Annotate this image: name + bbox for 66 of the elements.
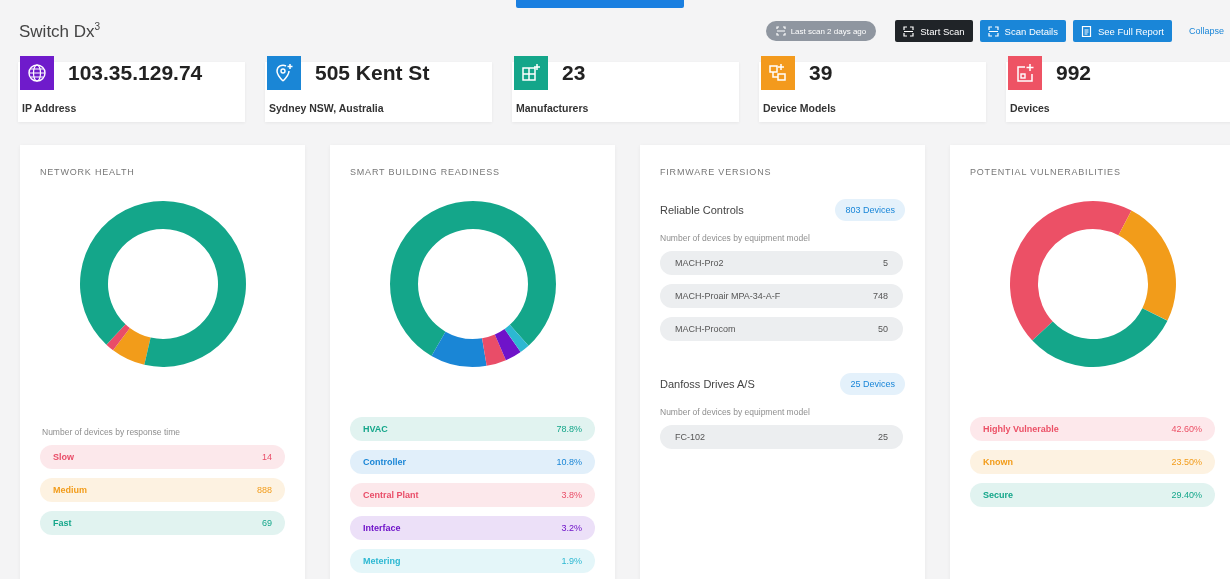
device-count-badge: 25 Devices — [840, 373, 905, 395]
scan-button[interactable]: Start Scan — [895, 20, 973, 42]
model-count: 5 — [883, 258, 888, 268]
stat-value: 505 Kent St — [315, 61, 430, 85]
model-name: MACH-Proair MPA-34-A-F — [675, 291, 781, 301]
legend-value: 78.8% — [556, 424, 582, 434]
card-title: NETWORK HEALTH — [40, 167, 136, 177]
legend-value: 3.8% — [561, 490, 582, 500]
app-title: Switch Dx$^{3}$ — [19, 20, 101, 42]
grid-plus-icon — [521, 63, 541, 83]
device-count-badge: 803 Devices — [835, 199, 905, 221]
card-title: SMART BUILDING READINESS — [350, 167, 501, 177]
stat-value: 23 — [562, 61, 586, 85]
legend-value: 42.60% — [1171, 424, 1202, 434]
legend-value: 69 — [262, 518, 272, 528]
legend-label: Secure — [983, 490, 1014, 500]
card-title: FIRMWARE VERSIONS — [660, 167, 773, 177]
scan-icon — [987, 25, 999, 37]
manufacturer-name: Reliable Controls — [660, 204, 744, 216]
legend-value: 10.8% — [556, 457, 582, 467]
card-title: POTENTIAL VULNERABILITIES — [970, 167, 1122, 177]
model-count: 748 — [872, 291, 888, 301]
stat-value: 103.35.129.74 — [68, 61, 203, 85]
caption-text: Number of devices by response time — [42, 427, 181, 437]
last-scan-pill: Last scan 2 days ago — [765, 21, 877, 41]
legend-label: Fast — [53, 518, 72, 528]
legend-label: Metering — [363, 556, 401, 566]
model-count: 50 — [878, 324, 888, 334]
model-name: MACH-Pro2 — [675, 258, 724, 268]
globe-icon — [27, 63, 47, 83]
stat-label: Device Models — [762, 102, 837, 116]
legend-label: Known — [983, 457, 1013, 467]
legend-label: Controller — [363, 457, 406, 467]
legend-value: 888 — [256, 485, 272, 495]
legend-label: Central Plant — [363, 490, 419, 500]
scan-icon — [903, 25, 915, 37]
caption-text: Number of devices by equipment model — [660, 233, 811, 243]
stat-value: 992 — [1056, 61, 1092, 85]
stat-label: Devices — [1009, 102, 1051, 116]
caption-text: Number of devices by equipment model — [660, 407, 811, 417]
legend-label: Highly Vulnerable — [983, 424, 1059, 434]
legend-value: 14 — [262, 452, 272, 462]
legend-value: 3.2% — [561, 523, 582, 533]
model-name: MACH-Procom — [675, 324, 736, 334]
manufacturer-name: Danfoss Drives A/S — [660, 378, 755, 390]
stat-value: 39 — [809, 61, 833, 85]
scan-icon — [775, 26, 786, 36]
legend-value: 23.50% — [1171, 457, 1202, 467]
legend-label: HVAC — [363, 424, 388, 434]
legend-value: 1.9% — [561, 556, 582, 566]
stat-label: IP Address — [21, 102, 78, 116]
pin-plus-icon — [274, 63, 294, 83]
stat-label: Manufacturers — [515, 102, 590, 116]
devices-plus-icon — [768, 63, 788, 83]
legend-label: Interface — [363, 523, 401, 533]
document-icon — [1080, 25, 1092, 37]
model-count: 25 — [878, 432, 888, 442]
report-button[interactable]: See Full Report — [1072, 20, 1172, 42]
model-name: FC-102 — [675, 432, 705, 442]
legend-label: Slow — [53, 452, 74, 462]
scan-button[interactable]: Scan Details — [979, 20, 1066, 42]
legend-value: 29.40% — [1171, 490, 1202, 500]
square-plus-icon — [1015, 63, 1035, 83]
legend-label: Medium — [53, 485, 87, 495]
collapse-link[interactable]: Collapse — [1188, 26, 1224, 36]
stat-label: Sydney NSW, Australia — [268, 102, 385, 116]
